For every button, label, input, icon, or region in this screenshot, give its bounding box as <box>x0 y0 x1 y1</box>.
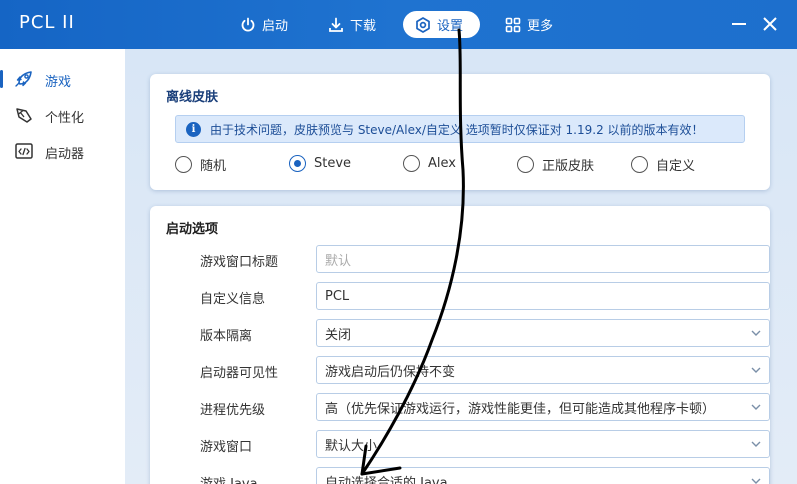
select-value: 高（优先保证游戏运行，游戏性能更佳，但可能造成其他程序卡顿） <box>325 401 716 417</box>
info-hint: i 由于技术问题，皮肤预览与 Steve/Alex/自定义 选项暂时仅保证对 1… <box>175 115 745 143</box>
sidebar: 游戏 个性化 启动器 <box>0 49 125 484</box>
custom-info-input[interactable]: PCL <box>316 282 770 310</box>
chevron-down-icon <box>751 478 761 484</box>
radio-alex[interactable]: Alex <box>403 155 456 172</box>
row-label: 游戏 Java <box>200 473 258 484</box>
row-label: 自定义信息 <box>200 292 266 307</box>
sidebar-item-game[interactable]: 游戏 <box>0 62 125 96</box>
title-bar: PCL II 启动 下载 设置 更多 <box>0 0 797 49</box>
radio-circle <box>517 156 534 173</box>
radio-label: 正版皮肤 <box>542 159 595 174</box>
sidebar-item-label: 启动器 <box>45 147 85 162</box>
select-value: 关闭 <box>325 327 352 343</box>
power-icon <box>241 17 255 32</box>
nav-download-label: 下载 <box>350 19 377 34</box>
sidebar-item-label: 游戏 <box>45 75 72 90</box>
row-label: 版本隔离 <box>200 329 253 344</box>
select-value: 游戏启动后仍保持不变 <box>325 364 456 380</box>
process-priority-select[interactable]: 高（优先保证游戏运行，游戏性能更佳，但可能造成其他程序卡顿） <box>316 393 770 421</box>
close-icon[interactable] <box>760 14 780 34</box>
radio-official-skin[interactable]: 正版皮肤 <box>517 155 594 174</box>
nav-settings-label: 设置 <box>437 19 464 34</box>
sidebar-item-launcher[interactable]: 启动器 <box>0 134 125 168</box>
gear-icon <box>416 16 430 33</box>
radio-circle <box>289 155 306 172</box>
select-value: 自动选择合适的 Java <box>325 475 448 484</box>
nav-more-label: 更多 <box>527 19 554 34</box>
nav-launch-button[interactable]: 启动 <box>228 11 300 38</box>
chevron-down-icon <box>751 404 761 410</box>
hint-text: 由于技术问题，皮肤预览与 Steve/Alex/自定义 选项暂时仅保证对 1.1… <box>210 122 704 137</box>
nav-settings-button[interactable]: 设置 <box>403 11 480 38</box>
nav-download-button[interactable]: 下载 <box>316 11 388 38</box>
card-title: 启动选项 <box>166 222 219 237</box>
row-label: 进程优先级 <box>200 403 266 418</box>
radio-circle <box>403 155 420 172</box>
chevron-down-icon <box>751 367 761 373</box>
radio-label: Alex <box>428 156 456 171</box>
radio-custom[interactable]: 自定义 <box>631 155 695 174</box>
radio-steve[interactable]: Steve <box>289 155 351 172</box>
version-isolation-select[interactable]: 关闭 <box>316 319 770 347</box>
main-content: 离线皮肤 i 由于技术问题，皮肤预览与 Steve/Alex/自定义 选项暂时仅… <box>125 49 797 484</box>
grid-icon <box>505 17 521 32</box>
radio-label: 自定义 <box>656 159 696 174</box>
sidebar-item-personalize[interactable]: 个性化 <box>0 98 125 132</box>
download-icon <box>329 17 343 32</box>
rocket-icon <box>15 71 32 87</box>
app-title: PCL II <box>19 12 75 33</box>
launch-options-card: 启动选项 游戏窗口标题 默认 自定义信息 PCL 版本隔离 关闭 启动器可见性 … <box>150 206 770 484</box>
game-java-select[interactable]: 自动选择合适的 Java <box>316 467 770 484</box>
row-label: 游戏窗口 <box>200 440 253 455</box>
row-label: 启动器可见性 <box>200 366 279 381</box>
radio-circle <box>631 156 648 173</box>
select-value: 默认大小 <box>325 438 378 454</box>
minimize-icon[interactable] <box>729 14 749 34</box>
card-title: 离线皮肤 <box>166 90 219 105</box>
radio-circle <box>175 156 192 173</box>
code-window-icon <box>15 143 33 159</box>
nav-more-button[interactable]: 更多 <box>493 11 565 38</box>
launcher-visibility-select[interactable]: 游戏启动后仍保持不变 <box>316 356 770 384</box>
info-icon: i <box>186 121 201 137</box>
window-title-input[interactable]: 默认 <box>316 245 770 273</box>
chevron-down-icon <box>751 330 761 336</box>
nav-launch-label: 启动 <box>262 19 289 34</box>
row-label: 游戏窗口标题 <box>200 255 279 270</box>
radio-label: Steve <box>314 156 352 171</box>
active-indicator <box>0 70 3 88</box>
sidebar-item-label: 个性化 <box>45 111 85 126</box>
radio-random[interactable]: 随机 <box>175 155 226 174</box>
brush-icon <box>16 108 32 123</box>
offline-skin-card: 离线皮肤 i 由于技术问题，皮肤预览与 Steve/Alex/自定义 选项暂时仅… <box>150 74 770 190</box>
game-window-select[interactable]: 默认大小 <box>316 430 770 458</box>
radio-label: 随机 <box>200 159 227 174</box>
chevron-down-icon <box>751 441 761 447</box>
